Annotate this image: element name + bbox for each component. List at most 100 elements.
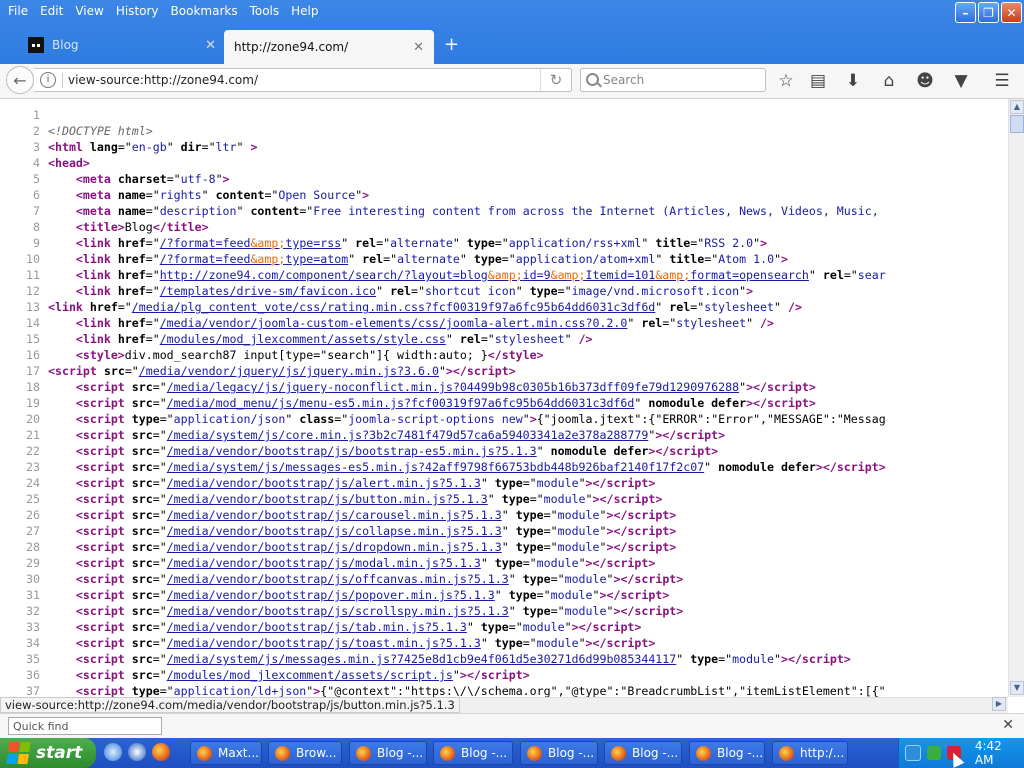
taskbar-button[interactable]: http:/...	[772, 741, 848, 765]
source-link[interactable]: /media/vendor/bootstrap/js/collapse.min.…	[167, 524, 502, 538]
reload-icon[interactable]: ↻	[540, 69, 571, 91]
taskbar-button[interactable]: Brow...	[268, 741, 342, 765]
line-code: <!DOCTYPE html>	[48, 124, 153, 138]
line-code: <script src="/media/system/js/messages-e…	[75, 460, 886, 474]
line-number: 36	[26, 668, 40, 682]
menu-bookmarks[interactable]: Bookmarks	[167, 4, 246, 18]
source-link[interactable]: /media/vendor/bootstrap/js/bootstrap-es5…	[167, 444, 537, 458]
source-line: 15 <link href="/modules/mod_jlexcomment/…	[0, 331, 1008, 347]
source-link[interactable]: /media/legacy/js/jquery-noconflict.min.j…	[167, 380, 739, 394]
line-number: 12	[26, 284, 40, 298]
source-link[interactable]: /media/vendor/joomla-custom-elements/css…	[160, 316, 628, 330]
menu-tools[interactable]: Tools	[246, 4, 288, 18]
source-link[interactable]: /media/plg_content_vote/css/rating.min.c…	[132, 300, 656, 314]
source-link[interactable]: /media/vendor/bootstrap/js/button.min.js…	[167, 492, 488, 506]
menu-file[interactable]: File	[4, 4, 36, 18]
source-line: 13 <link href="/media/plg_content_vote/cs…	[0, 299, 1008, 315]
taskbar-button[interactable]: Blog -...	[433, 741, 513, 765]
taskbar-button[interactable]: Blog -...	[520, 741, 598, 765]
line-number: 13	[26, 300, 40, 314]
media-player-icon[interactable]	[128, 743, 146, 761]
security-shield-icon[interactable]	[926, 746, 941, 760]
source-link[interactable]: /templates/drive-sm/favicon.ico	[160, 284, 376, 298]
source-line: 17 <script src="/media/vendor/jquery/js/j…	[0, 363, 1008, 379]
source-link[interactable]: /media/system/js/messages.min.js?7425e8d…	[167, 652, 677, 666]
line-code: <link href="/?format=feed&amp;type=atom"…	[75, 252, 789, 266]
network-icon[interactable]	[905, 745, 921, 761]
firefox-icon[interactable]	[152, 743, 170, 761]
firefox-icon	[779, 745, 794, 761]
menu-history[interactable]: History	[112, 4, 167, 18]
source-link[interactable]: /media/system/js/core.min.js?3b2c7481f47…	[167, 428, 649, 442]
bookmark-star-icon[interactable]: ☆	[774, 69, 798, 93]
close-window-button[interactable]: ✕	[1001, 2, 1022, 23]
start-button[interactable]: start	[0, 738, 96, 768]
source-link[interactable]: /media/vendor/bootstrap/js/scrollspy.min…	[167, 604, 509, 618]
line-number: 16	[26, 348, 40, 362]
ie-icon[interactable]	[104, 743, 122, 761]
tab-zone94[interactable]: http://zone94.com/ ✕	[224, 30, 434, 64]
taskbar-button[interactable]: Maxt...	[190, 741, 262, 765]
url-bar[interactable]: i view-source:http://zone94.com/ ↻	[34, 68, 572, 92]
source-link[interactable]: /?format=feed&amp;type=rss	[160, 236, 342, 250]
scrollbar-thumb[interactable]	[1010, 115, 1024, 133]
source-link[interactable]: /media/vendor/bootstrap/js/tab.min.js?5.…	[167, 620, 467, 634]
vertical-scrollbar[interactable]: ▲ ▼	[1008, 99, 1024, 697]
line-number: 26	[26, 508, 40, 522]
search-input[interactable]	[603, 70, 761, 90]
tab-close-icon[interactable]: ✕	[205, 38, 216, 53]
line-code: <script src="/media/vendor/bootstrap/js/…	[75, 604, 684, 618]
minimize-button[interactable]: –	[955, 2, 976, 23]
source-link[interactable]: /media/vendor/bootstrap/js/dropdown.min.…	[167, 540, 502, 554]
taskbar-button[interactable]: Blog -...	[349, 741, 427, 765]
line-code: <script src="/media/mod_menu/js/menu-es5…	[75, 396, 816, 410]
quick-find-input[interactable]	[8, 717, 162, 735]
line-number: 5	[33, 172, 40, 186]
taskbar-button[interactable]: Blog -...	[689, 741, 765, 765]
source-link[interactable]: /media/vendor/bootstrap/js/offcanvas.min…	[167, 572, 509, 586]
source-link[interactable]: /?format=feed&amp;type=atom	[160, 252, 348, 266]
scroll-up-arrow-icon[interactable]: ▲	[1010, 100, 1024, 114]
source-line: 37 <script type="application/ld+json">{"…	[0, 683, 1008, 697]
pocket-icon[interactable]: ▼	[949, 69, 973, 93]
back-button[interactable]: ←	[6, 66, 34, 94]
source-link[interactable]: /media/vendor/bootstrap/js/toast.min.js?…	[167, 636, 481, 650]
source-link[interactable]: /modules/mod_jlexcomment/assets/style.cs…	[160, 332, 446, 346]
menu-edit[interactable]: Edit	[36, 4, 71, 18]
info-icon[interactable]: i	[40, 72, 56, 88]
smiley-feedback-icon[interactable]: ☻	[913, 69, 937, 93]
source-link[interactable]: /media/vendor/bootstrap/js/modal.min.js?…	[167, 556, 481, 570]
hamburger-menu-icon[interactable]: ☰	[990, 69, 1014, 93]
taskbar-button-label: Blog -...	[461, 746, 508, 760]
find-close-icon[interactable]: ✕	[1002, 717, 1014, 733]
search-box[interactable]	[580, 68, 766, 92]
taskbar-button[interactable]: Blog -...	[604, 741, 682, 765]
reading-list-icon[interactable]: ▤	[806, 69, 830, 93]
source-link[interactable]: http://zone94.com/component/search/?layo…	[160, 268, 809, 282]
home-icon[interactable]: ⌂	[877, 69, 901, 93]
source-link[interactable]: /media/system/js/messages-es5.min.js?42a…	[167, 460, 704, 474]
source-link[interactable]: /modules/mod_jlexcomment/assets/script.j…	[167, 668, 453, 682]
line-number: 20	[26, 412, 40, 426]
source-link[interactable]: /media/vendor/bootstrap/js/popover.min.j…	[167, 588, 495, 602]
source-link[interactable]: /media/mod_menu/js/menu-es5.min.js?fcf00…	[167, 396, 635, 410]
source-line: 25 <script src="/media/vendor/bootstrap/…	[0, 491, 1008, 507]
url-text[interactable]: view-source:http://zone94.com/	[68, 69, 258, 91]
source-link[interactable]: /media/vendor/bootstrap/js/carousel.min.…	[167, 508, 502, 522]
tab-close-icon[interactable]: ✕	[413, 40, 424, 55]
scroll-down-arrow-icon[interactable]: ▼	[1010, 681, 1024, 695]
new-tab-button[interactable]: +	[444, 36, 459, 54]
line-number: 33	[26, 620, 40, 634]
line-code: <head>	[48, 156, 90, 170]
menu-view[interactable]: View	[71, 4, 111, 18]
download-icon[interactable]: ⬇	[841, 69, 865, 93]
source-link[interactable]: /media/vendor/jquery/js/jquery.min.js?3.…	[139, 364, 439, 378]
menu-help[interactable]: Help	[287, 4, 326, 18]
line-number: 6	[33, 188, 40, 202]
tab-blog[interactable]: Blog ✕	[18, 30, 226, 60]
scroll-right-arrow-icon[interactable]: ▶	[992, 697, 1006, 711]
source-line: 6 <meta name="rights" content="Open Sour…	[0, 187, 1008, 203]
line-number: 19	[26, 396, 40, 410]
restore-button[interactable]: ❐	[978, 2, 999, 23]
source-link[interactable]: /media/vendor/bootstrap/js/alert.min.js?…	[167, 476, 481, 490]
